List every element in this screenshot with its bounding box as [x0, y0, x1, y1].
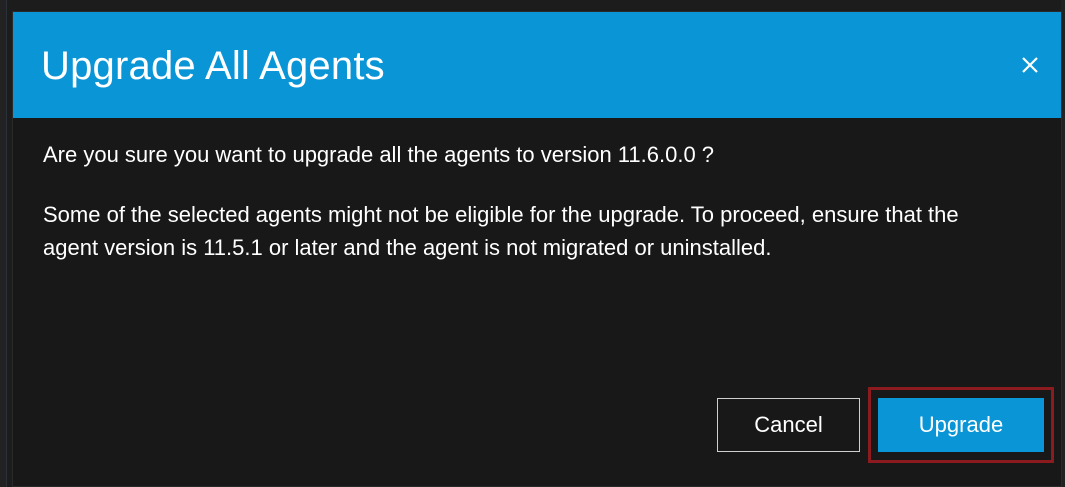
- background-panel-edge-left: [0, 0, 7, 487]
- dialog-body: Are you sure you want to upgrade all the…: [43, 138, 1033, 264]
- cancel-button[interactable]: Cancel: [717, 398, 860, 452]
- dialog-footer: Cancel Upgrade: [13, 387, 1061, 463]
- eligibility-note: Some of the selected agents might not be…: [43, 202, 959, 260]
- upgrade-button[interactable]: Upgrade: [878, 398, 1044, 452]
- confirmation-question: Are you sure you want to upgrade all the…: [43, 142, 715, 167]
- close-button[interactable]: [1013, 48, 1047, 82]
- dialog-header: Upgrade All Agents: [13, 12, 1061, 118]
- close-icon: [1022, 57, 1038, 73]
- upgrade-agents-dialog: Upgrade All Agents Are you sure you want…: [12, 11, 1062, 487]
- dialog-title: Upgrade All Agents: [41, 44, 385, 88]
